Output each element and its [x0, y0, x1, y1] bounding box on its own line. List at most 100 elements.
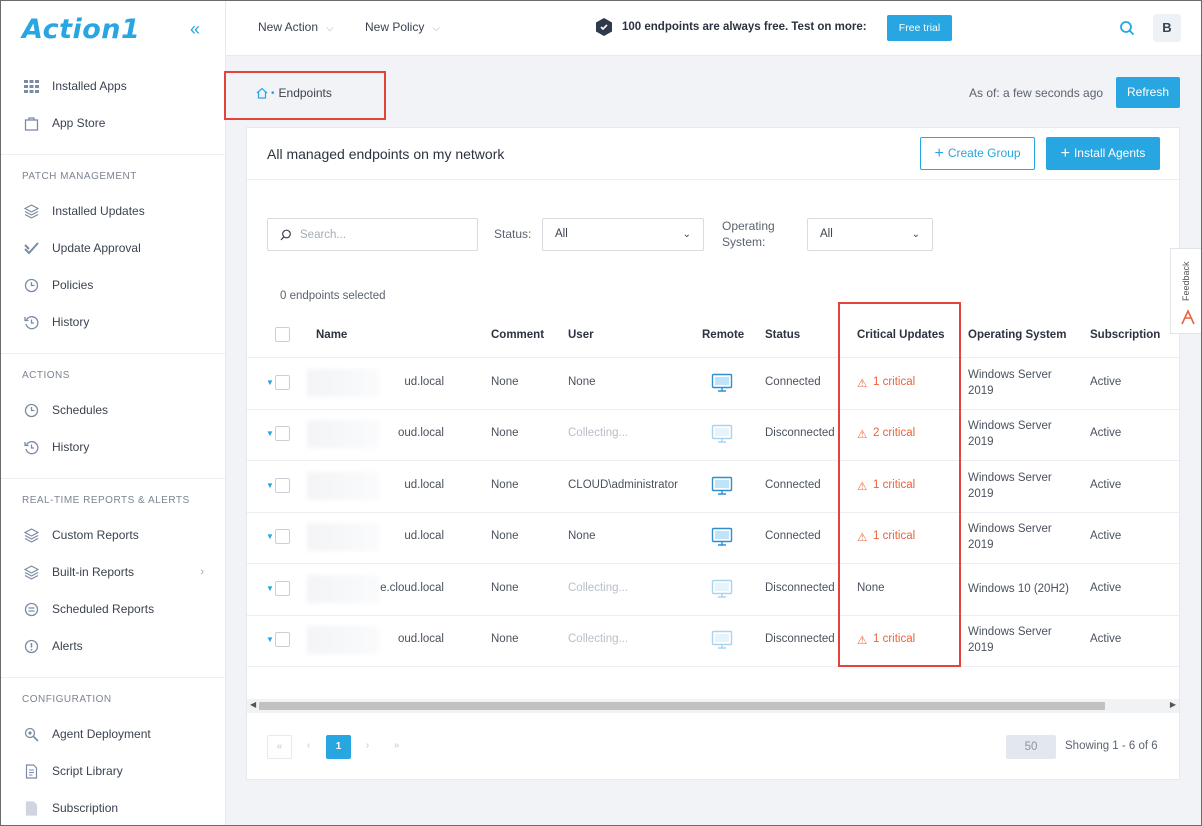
sidebar-item-policies[interactable]: Policies — [0, 271, 226, 299]
expand-row-toggle[interactable]: ▼ — [266, 378, 274, 387]
prev-page-button[interactable]: ‹ — [296, 735, 321, 759]
last-page-button[interactable]: » — [384, 735, 409, 759]
remote-desktop-icon[interactable] — [711, 424, 733, 444]
sidebar-item-alerts[interactable]: Alerts — [0, 632, 226, 660]
sidebar-item-history[interactable]: History — [0, 308, 226, 336]
remote-desktop-icon[interactable] — [711, 373, 733, 393]
document-icon — [24, 800, 39, 816]
remote-desktop-icon[interactable] — [711, 476, 733, 496]
remote-desktop-icon[interactable] — [711, 527, 733, 547]
scroll-right-icon[interactable]: ▶ — [1170, 700, 1176, 709]
sidebar-item-agent-deployment[interactable]: Agent Deployment — [0, 720, 226, 748]
row-checkbox[interactable] — [275, 375, 290, 390]
expand-row-toggle[interactable]: ▼ — [266, 584, 274, 593]
sidebar-item-installed-updates[interactable]: Installed Updates — [0, 197, 226, 225]
expand-row-toggle[interactable]: ▼ — [266, 429, 274, 438]
layers-icon — [24, 564, 39, 580]
row-checkbox[interactable] — [275, 581, 290, 596]
next-page-button[interactable]: › — [355, 735, 380, 759]
endpoint-name[interactable]: e.cloud.local — [380, 582, 444, 594]
app-logo[interactable]: Action1 — [22, 14, 140, 45]
document-code-icon — [24, 763, 39, 779]
remote-desktop-icon[interactable] — [711, 630, 733, 650]
remote-desktop-icon[interactable] — [711, 579, 733, 599]
refresh-button[interactable]: Refresh — [1116, 77, 1180, 108]
user-cell: Collecting... — [568, 633, 629, 645]
endpoint-name[interactable]: ud.local — [404, 479, 444, 491]
page-1-button[interactable]: 1 — [326, 735, 351, 759]
column-header-status[interactable]: Status — [765, 329, 800, 341]
sidebar-item-custom-reports[interactable]: Custom Reports — [0, 521, 226, 549]
os-filter-label: Operating System: — [722, 218, 775, 250]
sidebar-item-app-store[interactable]: App Store — [0, 109, 226, 137]
search-input[interactable] — [300, 228, 470, 241]
sidebar-item-subscription[interactable]: Subscription — [0, 794, 226, 822]
column-header-remote[interactable]: Remote — [702, 329, 744, 341]
row-checkbox[interactable] — [275, 632, 290, 647]
double-chevron-left-icon[interactable]: « — [184, 18, 206, 40]
highlight-box-critical-updates — [838, 302, 961, 667]
sidebar-item-label: History — [52, 440, 90, 454]
promo-text: 100 endpoints are always free. Test on m… — [622, 21, 867, 33]
sidebar-section-title: ACTIONS — [22, 370, 70, 381]
os-cell: Windows Server 2019 — [968, 626, 1052, 654]
sidebar-item-script-library[interactable]: Script Library — [0, 757, 226, 785]
subscription-cell: Active — [1090, 479, 1122, 491]
row-checkbox[interactable] — [275, 426, 290, 441]
sidebar-item-history[interactable]: History — [0, 433, 226, 461]
endpoint-name[interactable]: ud.local — [404, 530, 444, 542]
endpoint-name[interactable]: ud.local — [404, 376, 444, 388]
os-select-value: All — [820, 228, 833, 240]
feedback-tab[interactable]: Feedback — [1170, 248, 1202, 334]
install-agents-button[interactable]: + Install Agents — [1046, 137, 1160, 170]
endpoint-name[interactable]: oud.local — [398, 633, 444, 645]
promo-banner: 100 endpoints are always free. Test on m… — [596, 18, 867, 36]
chevron-down-icon: ⌵ — [326, 23, 334, 34]
os-select[interactable]: All ⌄ — [807, 218, 933, 251]
first-page-button[interactable]: « — [267, 735, 292, 759]
sidebar-item-installed-apps[interactable]: Installed Apps — [0, 72, 226, 100]
sidebar-item-built-in-reports[interactable]: Built-in Reports › — [0, 558, 226, 586]
sidebar-item-label: Update Approval — [52, 241, 141, 255]
column-header-subscription[interactable]: Subscription — [1090, 329, 1160, 341]
row-checkbox[interactable] — [275, 478, 290, 493]
chevron-down-icon: ⌄ — [911, 229, 920, 240]
sidebar-item-scheduled-reports[interactable]: Scheduled Reports — [0, 595, 226, 623]
sidebar-item-update-approval[interactable]: Update Approval — [0, 234, 226, 262]
card-title: All managed endpoints on my network — [267, 146, 505, 162]
subscription-cell: Active — [1090, 633, 1122, 645]
expand-row-toggle[interactable]: ▼ — [266, 532, 274, 541]
column-header-operating-system[interactable]: Operating System — [968, 329, 1066, 341]
horizontal-scrollbar[interactable]: ◀ ▶ — [247, 699, 1179, 713]
alert-circle-icon — [24, 639, 39, 654]
status-cell: Disconnected — [765, 427, 835, 439]
layers-icon — [24, 203, 39, 219]
column-header-user[interactable]: User — [568, 329, 594, 341]
sidebar-item-label: Subscription — [52, 801, 119, 815]
sidebar-item-schedules[interactable]: Schedules — [0, 396, 226, 424]
sidebar-item-label: Script Library — [52, 764, 123, 778]
scrollbar-thumb[interactable] — [259, 702, 1105, 710]
new-action-menu[interactable]: New Action ⌵ — [258, 20, 334, 34]
per-page-select[interactable]: 50 — [1006, 735, 1056, 759]
avatar[interactable]: B — [1153, 14, 1181, 42]
column-header-comment[interactable]: Comment — [491, 329, 544, 341]
search-field[interactable] — [267, 218, 478, 251]
expand-row-toggle[interactable]: ▼ — [266, 635, 274, 644]
free-trial-button[interactable]: Free trial — [887, 15, 952, 41]
expand-row-toggle[interactable]: ▼ — [266, 481, 274, 490]
sidebar-item-label: Policies — [52, 278, 94, 292]
divider — [0, 677, 225, 678]
new-policy-menu[interactable]: New Policy ⌵ — [365, 20, 440, 34]
status-select[interactable]: All ⌄ — [542, 218, 704, 251]
row-checkbox[interactable] — [275, 529, 290, 544]
column-header-name[interactable]: Name — [316, 329, 347, 341]
endpoint-name[interactable]: oud.local — [398, 427, 444, 439]
create-group-button[interactable]: + Create Group — [920, 137, 1035, 170]
scroll-left-icon[interactable]: ◀ — [250, 700, 256, 709]
os-cell: Windows 10 (20H2) — [968, 583, 1069, 595]
row-divider — [247, 615, 1179, 616]
select-all-checkbox[interactable] — [275, 327, 290, 342]
redacted-hostname — [307, 626, 379, 654]
search-icon[interactable] — [1119, 20, 1135, 36]
